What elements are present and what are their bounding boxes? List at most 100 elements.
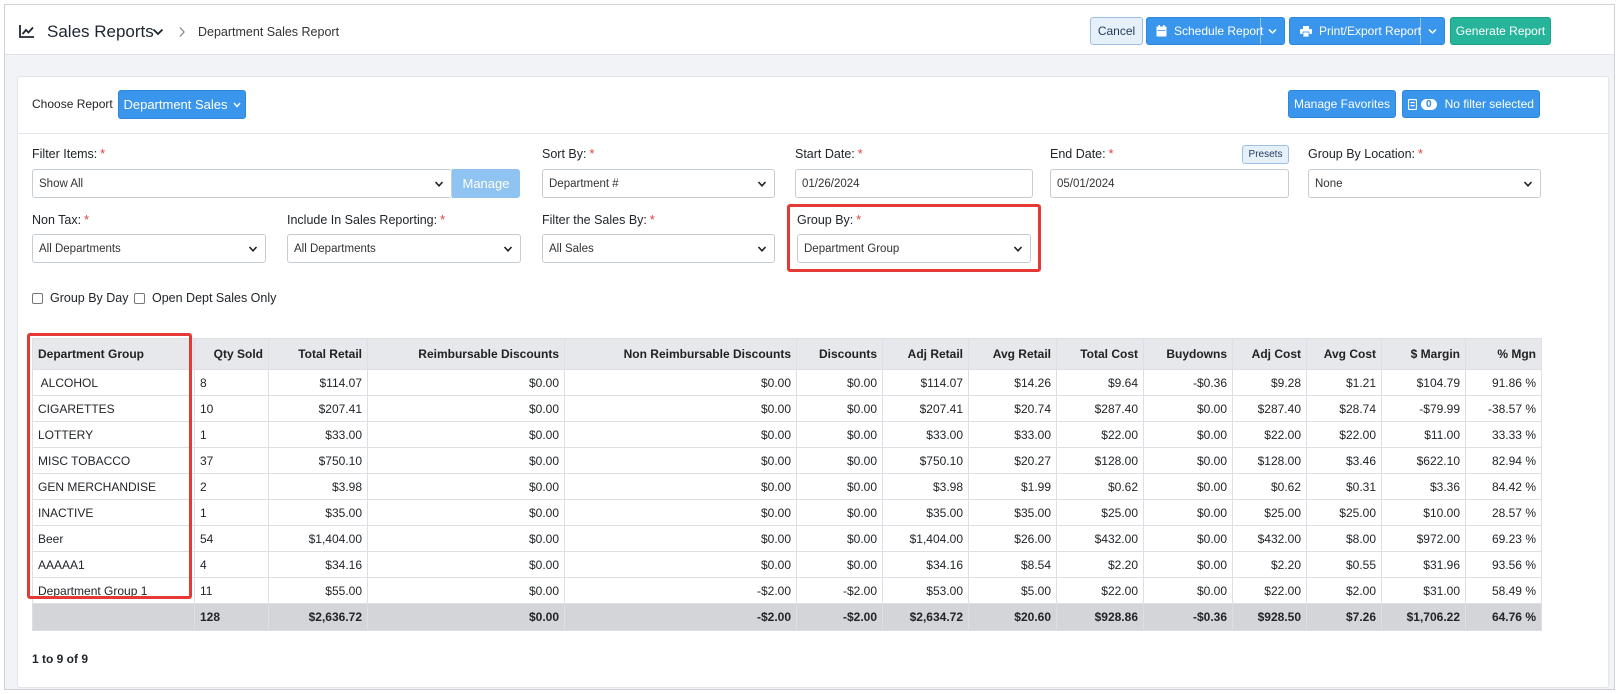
column-header[interactable]: Adj Retail xyxy=(882,338,969,370)
table-cell: 69.23 % xyxy=(1465,525,1542,552)
table-row: CIGARETTES 10 $207.41 $0.00 $0.00 $0.00 $207.4… xyxy=(32,395,1542,422)
sort-by-select[interactable]: Department # xyxy=(542,169,775,198)
end-date-label: End Date: * xyxy=(1050,147,1114,161)
group-by-location-label: Group By Location: * xyxy=(1308,147,1423,161)
totals-cell xyxy=(32,603,195,631)
table-cell: $22.00 xyxy=(1232,421,1307,448)
page-header: Sales Reports Department Sales Report Ca… xyxy=(5,5,1614,55)
non-tax-value: All Departments xyxy=(39,242,121,255)
include-in-sales-value: All Departments xyxy=(294,242,376,255)
table-cell: $0.00 xyxy=(367,499,565,526)
cancel-button[interactable]: Cancel xyxy=(1090,17,1143,45)
totals-cell: -$0.36 xyxy=(1143,603,1233,631)
table-cell: $0.00 xyxy=(367,551,565,578)
table-cell: -38.57 % xyxy=(1465,395,1542,422)
column-header[interactable]: Total Cost xyxy=(1056,338,1144,370)
non-tax-select[interactable]: All Departments xyxy=(32,234,266,263)
column-header[interactable]: Reimbursable Discounts xyxy=(367,338,565,370)
column-header[interactable]: $ Margin xyxy=(1381,338,1466,370)
table-cell: $8.54 xyxy=(968,551,1057,578)
department-group-highlight xyxy=(27,333,192,599)
include-in-sales-select[interactable]: All Departments xyxy=(287,234,521,263)
start-date-label: Start Date: * xyxy=(795,147,863,161)
table-cell: $33.00 xyxy=(968,421,1057,448)
checkbox-box[interactable] xyxy=(32,292,43,304)
table-cell: $31.96 xyxy=(1381,551,1466,578)
column-header[interactable]: Avg Cost xyxy=(1306,338,1382,370)
start-date-input[interactable]: 01/26/2024 xyxy=(795,169,1033,198)
chevron-down-icon[interactable] xyxy=(152,27,164,37)
column-header[interactable]: Total Retail xyxy=(268,338,368,370)
table-cell: $22.00 xyxy=(1056,421,1144,448)
table-cell: $35.00 xyxy=(968,499,1057,526)
table-cell: $0.55 xyxy=(1306,551,1382,578)
table-cell: -$2.00 xyxy=(564,577,797,604)
column-header[interactable]: Qty Sold xyxy=(194,338,269,370)
print-export-button[interactable]: Print/Export Report xyxy=(1289,17,1445,45)
group-by-highlight xyxy=(787,204,1041,272)
table-cell: $0.00 xyxy=(564,421,797,448)
filter-count-badge: 0 xyxy=(1421,98,1437,110)
table-cell: 54 xyxy=(194,525,269,552)
end-date-input[interactable]: 05/01/2024 xyxy=(1050,169,1289,198)
column-header[interactable]: Adj Cost xyxy=(1232,338,1307,370)
page-title[interactable]: Sales Reports xyxy=(47,22,154,42)
table-cell: $114.07 xyxy=(882,369,969,396)
open-dept-sales-checkbox[interactable]: Open Dept Sales Only xyxy=(134,291,276,305)
table-cell: $0.00 xyxy=(564,395,797,422)
filter-sales-by-select[interactable]: All Sales xyxy=(542,234,775,263)
table-cell: $0.00 xyxy=(564,369,797,396)
group-by-day-checkbox[interactable]: Group By Day xyxy=(32,291,129,305)
print-export-label: Print/Export Report xyxy=(1319,24,1422,38)
filter-items-select[interactable]: Show All xyxy=(32,169,452,198)
group-by-location-select[interactable]: None xyxy=(1308,169,1541,198)
table-cell: 33.33 % xyxy=(1465,421,1542,448)
filter-status-button[interactable]: 0 No filter selected xyxy=(1402,90,1540,118)
generate-report-button[interactable]: Generate Report xyxy=(1450,17,1551,45)
table-cell: 91.86 % xyxy=(1465,369,1542,396)
checkbox-box[interactable] xyxy=(134,292,145,304)
table-cell: 37 xyxy=(194,447,269,474)
chevron-down-icon xyxy=(1523,181,1533,187)
table-cell: 10 xyxy=(194,395,269,422)
totals-cell: $7.26 xyxy=(1306,603,1382,631)
column-header[interactable]: Avg Retail xyxy=(968,338,1057,370)
table-cell: $1.21 xyxy=(1306,369,1382,396)
table-cell: $432.00 xyxy=(1232,525,1307,552)
totals-cell: $928.50 xyxy=(1232,603,1307,631)
table-cell: $0.00 xyxy=(367,447,565,474)
table-header-row: Department Group Qty Sold Total Retail Reim… xyxy=(32,338,1542,370)
table-cell: $22.00 xyxy=(1232,577,1307,604)
totals-cell: $20.60 xyxy=(968,603,1057,631)
printer-icon xyxy=(1300,25,1312,37)
schedule-report-dropdown[interactable] xyxy=(1260,18,1284,44)
column-header[interactable]: Non Reimbursable Discounts xyxy=(564,338,797,370)
table-cell: $25.00 xyxy=(1232,499,1307,526)
column-header[interactable]: % Mgn xyxy=(1465,338,1542,370)
table-cell: $35.00 xyxy=(882,499,969,526)
chevron-down-icon xyxy=(757,246,767,252)
presets-button[interactable]: Presets xyxy=(1242,145,1289,164)
table-cell: $114.07 xyxy=(268,369,368,396)
table-cell: $11.00 xyxy=(1381,421,1466,448)
schedule-report-button[interactable]: Schedule Report xyxy=(1146,17,1285,45)
breadcrumb: Department Sales Report xyxy=(198,25,340,39)
table-cell: $34.16 xyxy=(882,551,969,578)
table-cell: $0.00 xyxy=(1143,577,1233,604)
choose-report-dropdown[interactable]: Department Sales xyxy=(118,90,246,119)
table-cell: $2.00 xyxy=(1306,577,1382,604)
print-export-dropdown[interactable] xyxy=(1420,18,1444,44)
table-cell: $0.00 xyxy=(796,551,883,578)
chevron-down-icon xyxy=(1428,28,1437,34)
manage-button[interactable]: Manage xyxy=(452,169,520,198)
manage-favorites-button[interactable]: Manage Favorites xyxy=(1288,90,1396,118)
table-cell: 58.49 % xyxy=(1465,577,1542,604)
calendar-icon xyxy=(1156,25,1167,37)
filter-items-value: Show All xyxy=(39,177,84,190)
column-header[interactable]: Buydowns xyxy=(1143,338,1233,370)
column-header[interactable]: Discounts xyxy=(796,338,883,370)
choose-report-label: Choose Report xyxy=(32,97,113,111)
schedule-report-label: Schedule Report xyxy=(1174,24,1264,38)
table-cell: $432.00 xyxy=(1056,525,1144,552)
start-date-value: 01/26/2024 xyxy=(802,177,860,190)
